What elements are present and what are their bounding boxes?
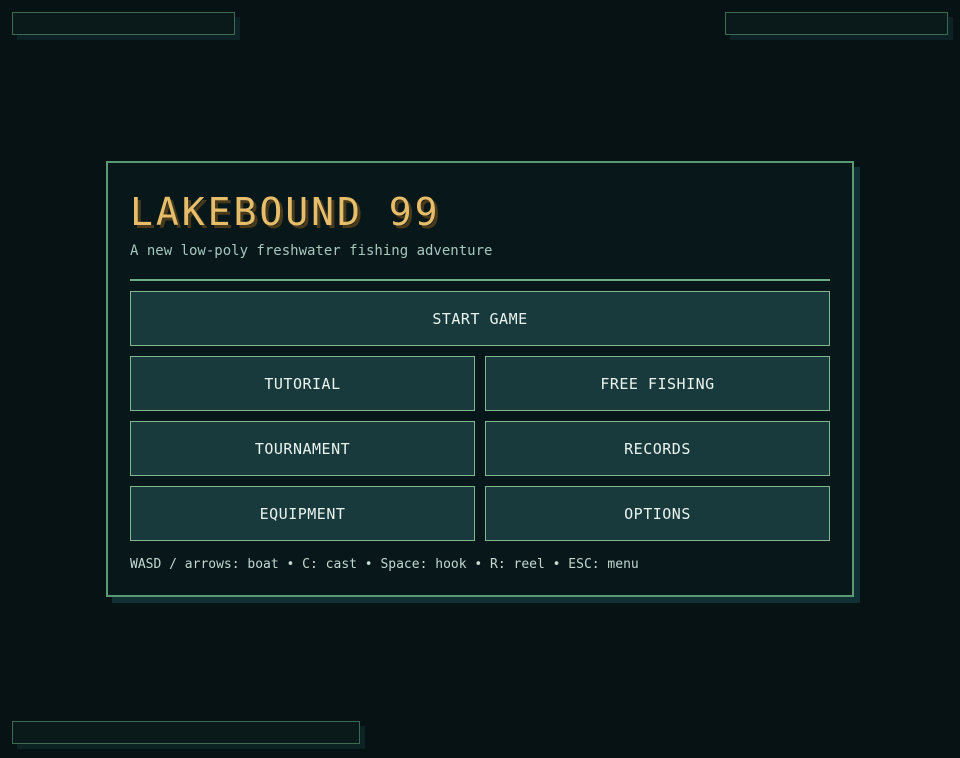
tutorial-button[interactable]: TUTORIAL [130,356,475,411]
game-subtitle: A new low-poly freshwater fishing advent… [130,243,493,259]
title-divider [130,279,830,281]
tournament-button[interactable]: TOURNAMENT [130,421,475,476]
equipment-button[interactable]: EQUIPMENT [130,486,475,541]
hud-panel-top-left [12,12,235,35]
controls-hint: WASD / arrows: boat • C: cast • Space: h… [130,557,639,572]
records-button[interactable]: RECORDS [485,421,830,476]
main-menu-panel: LAKEBOUND 99 A new low-poly freshwater f… [106,161,854,597]
hud-panel-top-right [725,12,948,35]
game-title: LAKEBOUND 99 [130,190,441,234]
free-fishing-button[interactable]: FREE FISHING [485,356,830,411]
options-button[interactable]: OPTIONS [485,486,830,541]
hud-panel-bottom-left [12,721,360,744]
start-game-button[interactable]: START GAME [130,291,830,346]
